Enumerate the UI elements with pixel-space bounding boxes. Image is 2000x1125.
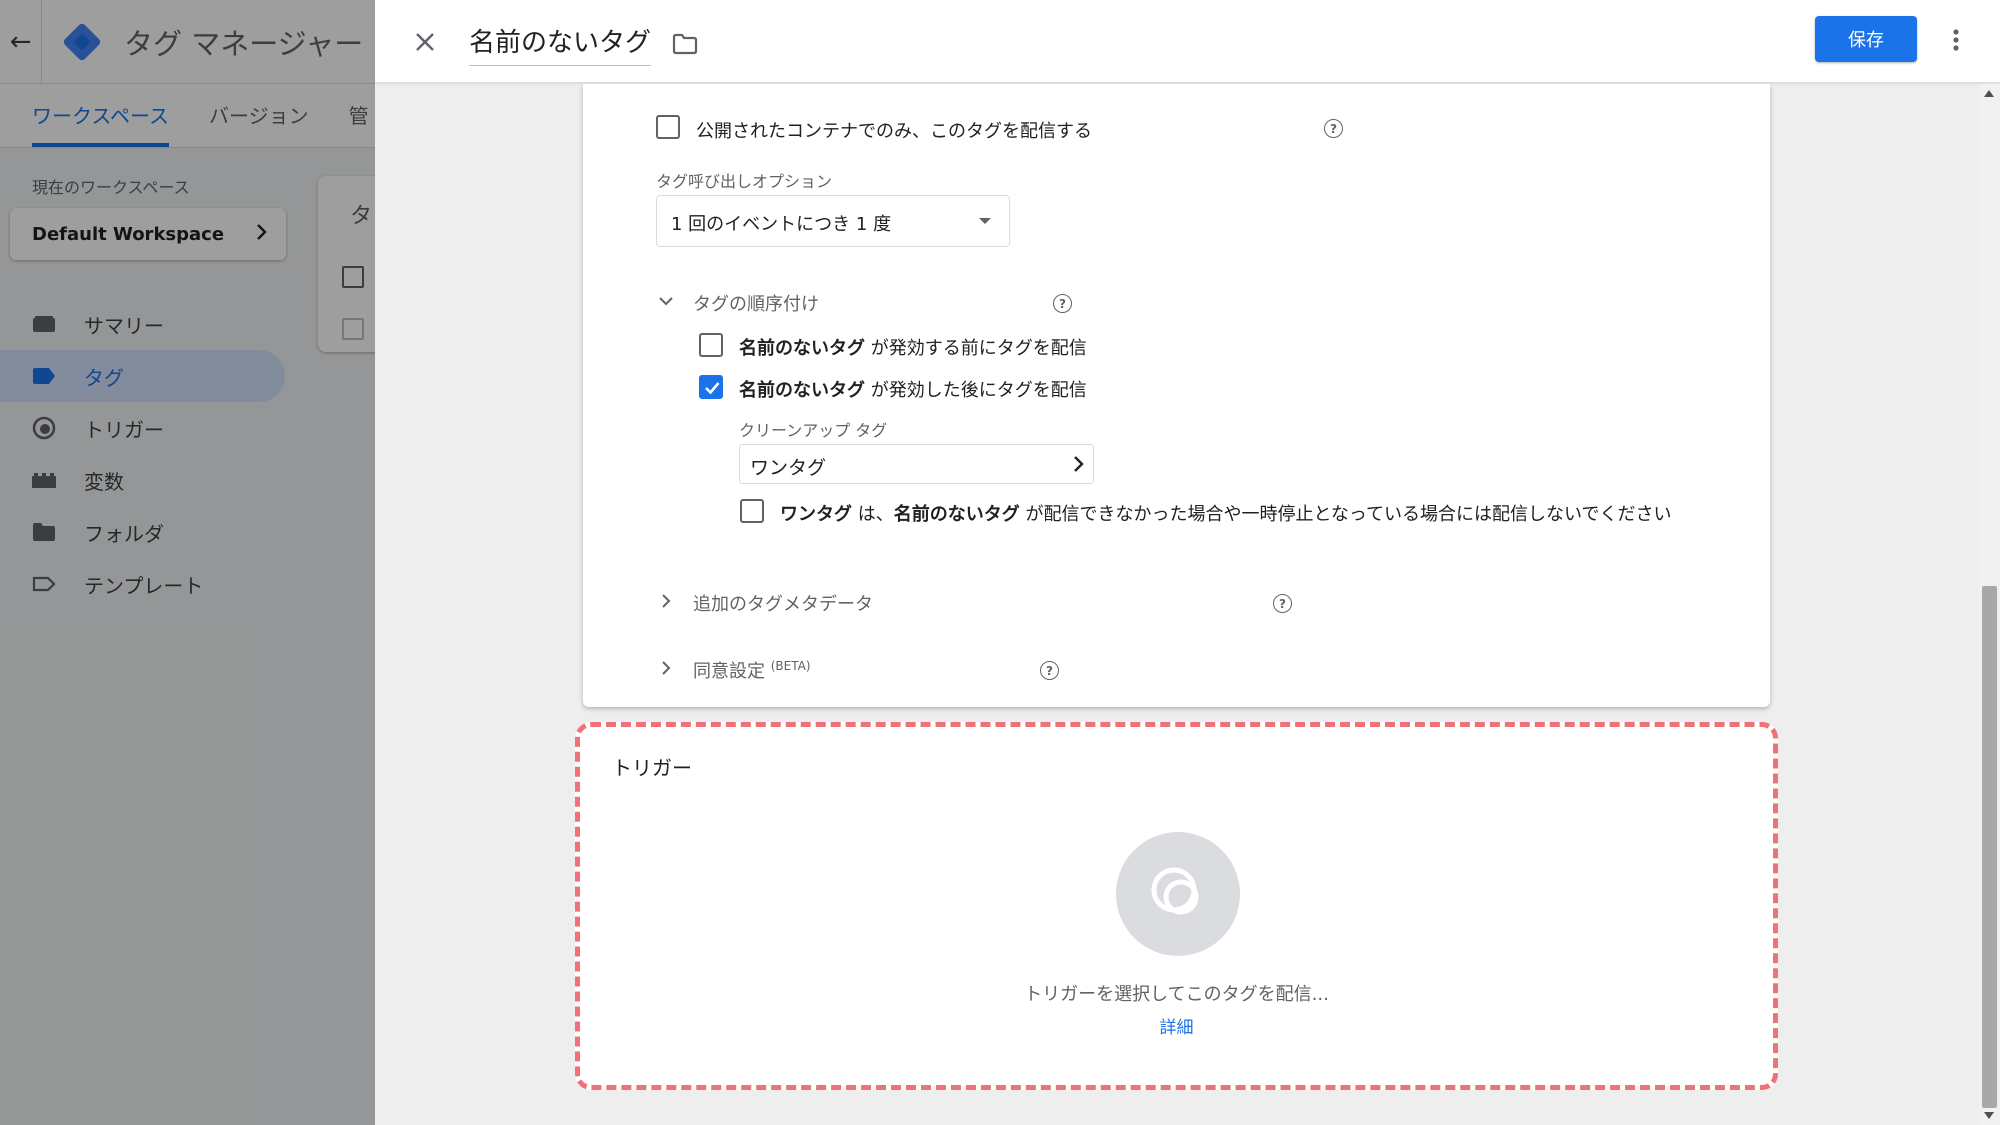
trigger-title: トリガー bbox=[612, 756, 692, 780]
close-button[interactable] bbox=[405, 22, 445, 62]
firing-option-label: タグ呼び出しオプション bbox=[656, 172, 833, 191]
publish-only-checkbox[interactable] bbox=[656, 115, 680, 139]
publish-only-label: 公開されたコンテナでのみ、このタグを配信する bbox=[696, 121, 1092, 142]
help-icon[interactable]: ? bbox=[1273, 594, 1292, 613]
background-app: ← タグ マネージャー ワークスペース バージョン 管 現在のワークスペース D… bbox=[0, 0, 375, 1125]
tag-name-input[interactable]: 名前のないタグ bbox=[469, 22, 652, 66]
check-icon bbox=[705, 382, 720, 395]
scroll-down-arrow-icon[interactable] bbox=[1984, 1112, 1994, 1119]
trigger-hint: トリガーを選択してこのタグを配信... bbox=[1024, 984, 1329, 1005]
help-icon[interactable]: ? bbox=[1053, 294, 1072, 313]
cleanup-tag-label: クリーンアップ タグ bbox=[739, 421, 888, 440]
cleanup-tag-selector[interactable]: ワンタグ bbox=[739, 444, 1094, 484]
scroll-up-arrow-icon[interactable] bbox=[1984, 90, 1994, 97]
chevron-right-icon bbox=[661, 594, 670, 608]
consent-title: 同意設定 (BETA) bbox=[693, 659, 811, 682]
chevron-right-icon bbox=[1073, 455, 1085, 477]
fire-after-checkbox[interactable] bbox=[699, 375, 723, 399]
folder-button[interactable] bbox=[667, 26, 703, 62]
dropdown-arrow-icon bbox=[979, 218, 991, 224]
learn-more-link: 詳細 bbox=[580, 1013, 1773, 1038]
modal-scrim bbox=[0, 0, 375, 1125]
more-options-button[interactable] bbox=[1941, 20, 1971, 60]
editor-topbar: 名前のないタグ 保存 bbox=[375, 0, 2000, 83]
fire-before-label: 名前のないタグ が発効する前にタグを配信 bbox=[739, 338, 1087, 359]
consent-toggle[interactable] bbox=[656, 658, 676, 678]
tag-config-card: 公開されたコンテナでのみ、このタグを配信する ? タグ呼び出しオプション 1 回… bbox=[583, 84, 1770, 707]
fire-before-checkbox[interactable] bbox=[699, 333, 723, 357]
dont-fire-checkbox[interactable] bbox=[740, 499, 764, 523]
metadata-toggle[interactable] bbox=[656, 591, 676, 611]
firing-option-select[interactable]: 1 回のイベントにつき 1 度 bbox=[656, 195, 1010, 247]
beta-badge: (BETA) bbox=[770, 659, 811, 673]
cleanup-tag-value: ワンタグ bbox=[750, 457, 827, 479]
folder-icon bbox=[672, 33, 698, 55]
scrollbar-thumb[interactable] bbox=[1982, 586, 1997, 1108]
learn-more-link-text[interactable]: 詳細 bbox=[1160, 1018, 1194, 1038]
help-icon[interactable]: ? bbox=[1040, 661, 1059, 680]
sequencing-toggle[interactable] bbox=[656, 291, 676, 311]
trigger-card[interactable]: トリガー トリガーを選択してこのタグを配信... 詳細 bbox=[575, 722, 1778, 1090]
scrollbar[interactable] bbox=[1979, 84, 2000, 1125]
close-icon bbox=[416, 33, 434, 51]
more-vert-icon bbox=[1953, 29, 1959, 51]
firing-option-value: 1 回のイベントにつき 1 度 bbox=[671, 214, 892, 235]
trigger-icon[interactable] bbox=[1116, 832, 1240, 956]
fire-after-label: 名前のないタグ が発効した後にタグを配信 bbox=[739, 380, 1087, 401]
chevron-right-icon bbox=[661, 661, 670, 675]
save-button[interactable]: 保存 bbox=[1815, 16, 1917, 62]
dont-fire-label: ワンタグ は、名前のないタグ が配信できなかった場合や一時停止となっている場合に… bbox=[780, 504, 1672, 525]
metadata-title: 追加のタグメタデータ bbox=[693, 594, 873, 615]
chevron-down-icon bbox=[659, 296, 673, 305]
help-icon[interactable]: ? bbox=[1324, 119, 1343, 138]
sequencing-title: タグの順序付け bbox=[693, 294, 819, 315]
tag-editor-panel: 名前のないタグ 保存 公開されたコンテナでのみ、このタグを配信する ? タグ呼び… bbox=[375, 0, 2000, 1125]
